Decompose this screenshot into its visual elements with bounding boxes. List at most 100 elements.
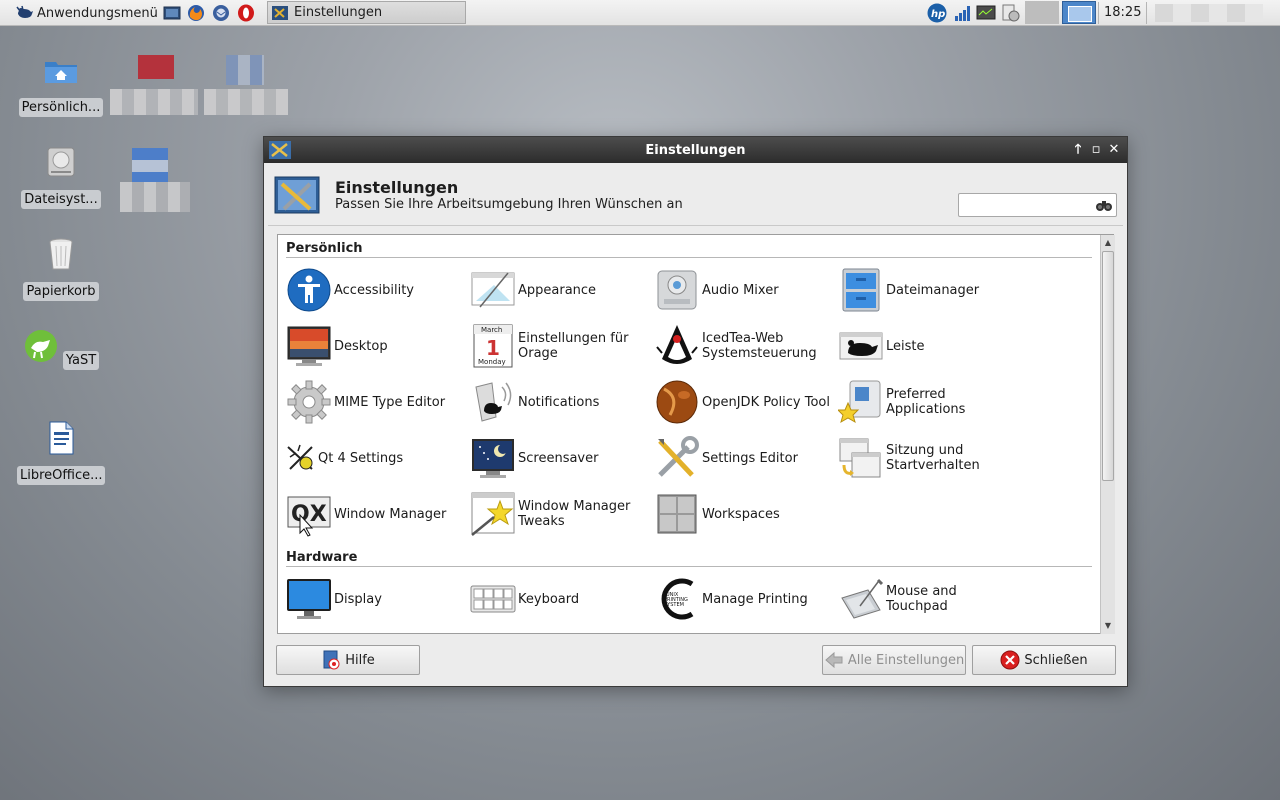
- taskbar-button-einstellungen[interactable]: Einstellungen: [267, 1, 466, 24]
- settings-item-settings-editor[interactable]: Settings Editor: [654, 433, 838, 483]
- desktop-icon: [287, 326, 331, 366]
- obscured-desktop-icon: [110, 55, 198, 117]
- panel-icon: [839, 332, 883, 360]
- clock: 18:25: [1104, 5, 1142, 20]
- settings-item-label: Notifications: [518, 394, 600, 410]
- thunderbird-launcher-icon[interactable]: [212, 4, 230, 22]
- settings-item-appearance[interactable]: Appearance: [470, 265, 654, 315]
- terminal-launcher-icon[interactable]: [163, 4, 181, 22]
- desktop-icon-trash[interactable]: Papierkorb: [16, 236, 106, 305]
- system-monitor-icon[interactable]: [976, 3, 996, 23]
- settings-header-icon: [274, 176, 320, 214]
- home-folder-icon: [45, 62, 77, 83]
- settings-item-window-manager[interactable]: QX Window Manager: [286, 489, 470, 539]
- java-duke-icon: [656, 325, 698, 364]
- header-title: Einstellungen: [335, 178, 459, 197]
- settings-header: Einstellungen Passen Sie Ihre Arbeitsumg…: [274, 175, 1119, 229]
- header-divider: [268, 225, 1123, 226]
- settings-item-desktop[interactable]: Desktop: [286, 321, 470, 371]
- applications-menu-button[interactable]: Anwendungsmenü: [16, 3, 158, 23]
- settings-item-label: Qt 4 Settings: [318, 450, 404, 466]
- all-settings-button[interactable]: Alle Einstellungen: [822, 645, 966, 675]
- settings-item-session[interactable]: Sitzung und Startverhalten: [838, 433, 1022, 483]
- accessibility-icon: [287, 268, 331, 312]
- settings-item-wm-tweaks[interactable]: Window Manager Tweaks: [470, 489, 654, 539]
- settings-item-keyboard[interactable]: Keyboard: [470, 574, 654, 624]
- settings-item-mime-editor[interactable]: MIME Type Editor: [286, 377, 470, 427]
- settings-item-display[interactable]: Display: [286, 574, 470, 624]
- back-arrow-icon: [825, 651, 843, 669]
- session-icon: [839, 438, 881, 478]
- opera-launcher-icon[interactable]: [237, 4, 255, 22]
- settings-item-dateimanager[interactable]: Dateimanager: [838, 265, 1022, 315]
- window-title: Einstellungen: [645, 143, 746, 158]
- settings-item-label: Keyboard: [518, 591, 580, 607]
- calendar-icon: March 1 Monday: [473, 324, 513, 368]
- trash-icon: [49, 238, 73, 270]
- window-shade-button[interactable]: 🡑: [1070, 141, 1086, 159]
- settings-list: Persönlich Accessibility Appearance Audi…: [277, 234, 1114, 634]
- scrollbar-thumb[interactable]: [1102, 251, 1114, 481]
- settings-item-label: Preferred Applications: [886, 387, 966, 417]
- settings-item-label: Einstellungen für Orage: [518, 331, 629, 361]
- vertical-scrollbar[interactable]: ▲ ▼: [1100, 235, 1115, 634]
- workspace-1[interactable]: [1025, 1, 1059, 24]
- window-maximize-button[interactable]: ▫: [1088, 141, 1104, 159]
- search-box[interactable]: [958, 193, 1117, 217]
- settings-item-label: Window Manager Tweaks: [518, 499, 631, 529]
- network-signal-icon[interactable]: [953, 3, 973, 23]
- close-button[interactable]: Schließen: [972, 645, 1116, 675]
- desktop-icon-label: LibreOffice...: [17, 466, 105, 485]
- gear-icon: [287, 380, 331, 424]
- header-subtitle: Passen Sie Ihre Arbeitsumgebung Ihren Wü…: [335, 197, 683, 212]
- workspace-2[interactable]: [1062, 1, 1096, 24]
- settings-item-label: Display: [334, 591, 382, 607]
- hp-printer-tray-icon[interactable]: hp: [927, 3, 947, 23]
- settings-item-label: Workspaces: [702, 506, 780, 522]
- settings-item-mouse-touchpad[interactable]: Mouse and Touchpad: [838, 574, 1022, 624]
- updater-icon[interactable]: [1001, 3, 1021, 23]
- window-close-button[interactable]: ✕: [1106, 141, 1122, 159]
- desktop-icon-filesystem[interactable]: Dateisyst...: [16, 144, 106, 213]
- scroll-up-arrow[interactable]: ▲: [1102, 237, 1114, 249]
- screensaver-icon: [472, 439, 514, 478]
- settings-item-icedtea[interactable]: IcedTea-Web Systemsteuerung: [654, 321, 838, 371]
- settings-item-notifications[interactable]: Notifications: [470, 377, 654, 427]
- firefox-launcher-icon[interactable]: [187, 4, 205, 22]
- settings-item-orage[interactable]: March 1 Monday Einstellungen für Orage: [470, 321, 654, 371]
- settings-item-preferred-apps[interactable]: Preferred Applications: [838, 377, 1022, 427]
- settings-item-accessibility[interactable]: Accessibility: [286, 265, 470, 315]
- appearance-icon: [471, 272, 515, 308]
- help-button[interactable]: Hilfe: [276, 645, 420, 675]
- xfce-mouse-icon: [16, 5, 33, 18]
- settings-item-label: MIME Type Editor: [334, 394, 446, 410]
- desktop-icon-yast[interactable]: YaST: [16, 328, 106, 374]
- panel-separator: [1146, 2, 1147, 24]
- desktop-icon-libreoffice[interactable]: LibreOffice...: [16, 420, 106, 489]
- binoculars-icon[interactable]: [1095, 198, 1113, 212]
- settings-item-audio-mixer[interactable]: Audio Mixer: [654, 265, 838, 315]
- panel-separator: [1098, 2, 1099, 24]
- search-input[interactable]: [962, 195, 1092, 215]
- desktop-icon-label: Dateisyst...: [21, 190, 101, 209]
- settings-window-icon: [272, 5, 288, 20]
- obscured-desktop-icon: [120, 148, 190, 214]
- wm-tweaks-icon: [471, 492, 515, 536]
- settings-item-qt4-settings[interactable]: Qt 4 Settings: [286, 433, 470, 483]
- hard-drive-icon: [47, 147, 75, 177]
- settings-item-screensaver[interactable]: Screensaver: [470, 433, 654, 483]
- scroll-down-arrow[interactable]: ▼: [1102, 620, 1114, 632]
- desktop-icon-home[interactable]: Persönlich...: [16, 52, 106, 121]
- close-icon: [1000, 650, 1020, 670]
- settings-item-workspaces[interactable]: Workspaces: [654, 489, 838, 539]
- settings-item-openjdk-policy[interactable]: OpenJDK Policy Tool: [654, 377, 838, 427]
- settings-item-label: OpenJDK Policy Tool: [702, 394, 831, 410]
- settings-item-manage-printing[interactable]: UNIX PRINTING SYSTEM Manage Printing: [654, 574, 838, 624]
- help-button-label: Hilfe: [345, 652, 375, 668]
- help-icon: [323, 650, 340, 670]
- settings-item-label: Desktop: [334, 338, 388, 354]
- window-titlebar[interactable]: Einstellungen 🡑 ▫ ✕: [264, 137, 1127, 163]
- settings-item-leiste[interactable]: Leiste: [838, 321, 1022, 371]
- settings-item-label: Leiste: [886, 338, 925, 354]
- notifications-icon: [475, 382, 512, 422]
